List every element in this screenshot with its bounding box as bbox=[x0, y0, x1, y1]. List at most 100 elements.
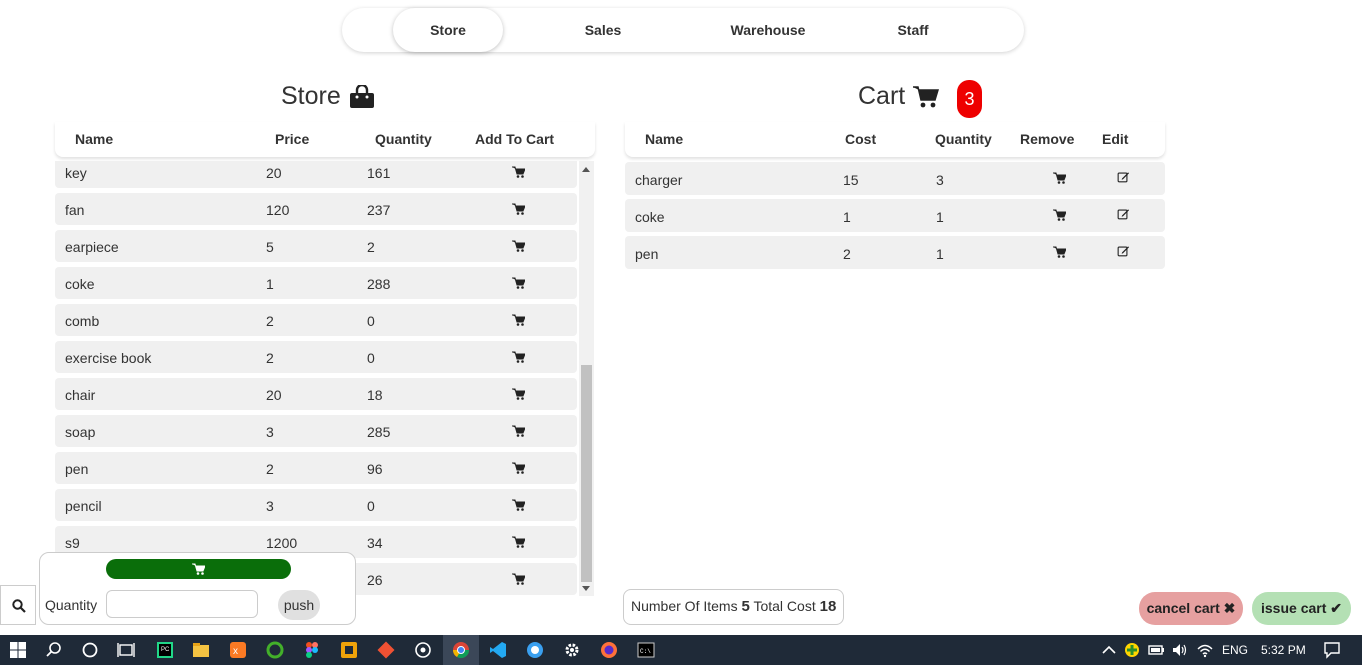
add-to-cart-icon[interactable] bbox=[512, 166, 525, 178]
cart-header-name: Name bbox=[645, 131, 684, 147]
add-to-cart-icon[interactable] bbox=[512, 240, 525, 252]
header-price: Price bbox=[275, 131, 310, 147]
cell-quantity: 2 bbox=[367, 239, 375, 255]
add-to-cart-icon[interactable] bbox=[512, 351, 525, 363]
edit-icon[interactable] bbox=[1117, 171, 1130, 183]
header-quantity: Quantity bbox=[375, 131, 432, 147]
add-to-cart-icon[interactable] bbox=[512, 573, 525, 585]
git-icon[interactable] bbox=[377, 641, 395, 659]
quantity-panel: Quantity push bbox=[39, 552, 356, 625]
table-row: fan 120 237 bbox=[55, 193, 577, 225]
remove-from-cart-icon[interactable] bbox=[1053, 246, 1066, 258]
notification-icon[interactable] bbox=[1323, 641, 1341, 659]
cart-icon bbox=[192, 563, 205, 575]
clock-time[interactable]: 5:32 PM bbox=[1261, 643, 1306, 657]
cell-price: 20 bbox=[266, 165, 282, 181]
shopping-cart-icon bbox=[913, 85, 940, 107]
pycharm-icon[interactable]: PC bbox=[156, 641, 174, 659]
tab-staff[interactable]: Staff bbox=[873, 8, 953, 52]
table-row: earpiece 5 2 bbox=[55, 230, 577, 262]
battery-icon[interactable] bbox=[1147, 641, 1165, 659]
cart-cell-name: charger bbox=[635, 172, 683, 188]
cancel-cart-button[interactable]: cancel cart ✖ bbox=[1139, 592, 1243, 625]
add-to-cart-icon[interactable] bbox=[512, 277, 525, 289]
cell-name: chair bbox=[65, 387, 96, 403]
scroll-up-arrow-icon[interactable] bbox=[582, 167, 590, 172]
table-row: pen 2 96 bbox=[55, 452, 577, 484]
store-scrollbar[interactable] bbox=[579, 161, 594, 596]
add-to-cart-icon[interactable] bbox=[512, 536, 525, 548]
taskbar-search-icon[interactable] bbox=[45, 641, 63, 659]
add-to-cart-icon[interactable] bbox=[512, 425, 525, 437]
cell-quantity: 285 bbox=[367, 424, 391, 440]
cell-quantity: 237 bbox=[367, 202, 391, 218]
cell-quantity: 34 bbox=[367, 535, 383, 551]
figma-icon[interactable] bbox=[303, 641, 321, 659]
wifi-icon[interactable] bbox=[1196, 641, 1214, 659]
tray-app-icon[interactable] bbox=[1123, 641, 1141, 659]
xampp-icon[interactable]: x bbox=[229, 641, 247, 659]
task-view-icon[interactable] bbox=[117, 641, 135, 659]
tab-warehouse[interactable]: Warehouse bbox=[713, 8, 823, 52]
cell-quantity: 0 bbox=[367, 498, 375, 514]
cart-table-header: Name Cost Quantity Remove Edit bbox=[625, 122, 1165, 157]
edit-icon[interactable] bbox=[1117, 245, 1130, 257]
cell-name: pen bbox=[65, 461, 89, 477]
add-to-cart-icon[interactable] bbox=[512, 462, 525, 474]
cart-row: charger 15 3 bbox=[625, 162, 1165, 195]
tab-store[interactable]: Store bbox=[393, 8, 503, 52]
remove-from-cart-icon[interactable] bbox=[1053, 209, 1066, 221]
scroll-down-arrow-icon[interactable] bbox=[582, 586, 590, 591]
cart-count-badge: 3 bbox=[957, 80, 982, 118]
terminal-icon[interactable]: C:\ bbox=[637, 641, 655, 659]
settings-gear-icon[interactable] bbox=[563, 641, 581, 659]
windows-start-icon[interactable] bbox=[9, 641, 27, 659]
edit-icon[interactable] bbox=[1117, 208, 1130, 220]
add-to-cart-bar[interactable] bbox=[106, 559, 291, 579]
volume-icon[interactable] bbox=[1171, 641, 1189, 659]
app-icon[interactable] bbox=[340, 641, 358, 659]
items-value: 5 bbox=[741, 598, 750, 615]
cart-cell-cost: 15 bbox=[843, 172, 859, 188]
cart-header-quantity: Quantity bbox=[935, 131, 992, 147]
store-table-body: key 20 161 fan 120 237 earpiece 5 2 coke… bbox=[55, 161, 595, 596]
cell-quantity: 161 bbox=[367, 165, 391, 181]
vscode-icon[interactable] bbox=[489, 641, 507, 659]
cart-cell-name: coke bbox=[635, 209, 665, 225]
cell-price: 2 bbox=[266, 350, 274, 366]
file-explorer-icon[interactable] bbox=[192, 641, 210, 659]
cart-header-remove: Remove bbox=[1020, 131, 1075, 147]
language-indicator[interactable]: ENG bbox=[1222, 643, 1248, 657]
cart-cell-quantity: 3 bbox=[936, 172, 944, 188]
chevron-up-icon[interactable] bbox=[1100, 641, 1118, 659]
cell-price: 3 bbox=[266, 424, 274, 440]
obs-icon[interactable] bbox=[414, 641, 432, 659]
chrome-icon[interactable] bbox=[452, 641, 470, 659]
cell-price: 120 bbox=[266, 202, 290, 218]
add-to-cart-icon[interactable] bbox=[512, 314, 525, 326]
add-to-cart-icon[interactable] bbox=[512, 388, 525, 400]
cell-quantity: 96 bbox=[367, 461, 383, 477]
scroll-thumb[interactable] bbox=[581, 365, 592, 582]
push-button[interactable]: push bbox=[278, 590, 320, 620]
firefox-icon[interactable] bbox=[600, 641, 618, 659]
cell-price: 1 bbox=[266, 276, 274, 292]
table-row: coke 1 288 bbox=[55, 267, 577, 299]
cart-cell-quantity: 1 bbox=[936, 246, 944, 262]
cell-quantity: 18 bbox=[367, 387, 383, 403]
issue-cart-button[interactable]: issue cart ✔ bbox=[1252, 592, 1351, 625]
cortana-icon[interactable] bbox=[81, 641, 99, 659]
anaconda-icon[interactable] bbox=[266, 641, 284, 659]
browser-icon[interactable] bbox=[526, 641, 544, 659]
quantity-input[interactable] bbox=[106, 590, 258, 618]
cell-price: 2 bbox=[266, 461, 274, 477]
add-to-cart-icon[interactable] bbox=[512, 499, 525, 511]
tab-sales[interactable]: Sales bbox=[553, 8, 653, 52]
close-icon: ✖ bbox=[1223, 600, 1236, 616]
table-row: key 20 161 bbox=[55, 161, 577, 188]
check-icon: ✔ bbox=[1330, 600, 1342, 616]
cost-label: Total Cost bbox=[753, 598, 816, 614]
add-to-cart-icon[interactable] bbox=[512, 203, 525, 215]
remove-from-cart-icon[interactable] bbox=[1053, 172, 1066, 184]
search-button[interactable] bbox=[0, 585, 36, 625]
